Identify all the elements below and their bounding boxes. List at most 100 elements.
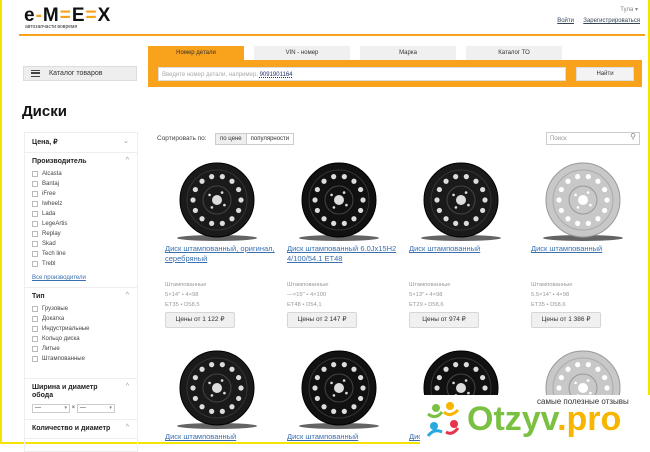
product-title-link[interactable]: Диск штампованный, оригинал, серебряный xyxy=(165,244,280,264)
checkbox-label: Bantaj xyxy=(42,181,60,187)
product-type: Штампованные xyxy=(287,282,329,288)
maker-checkbox[interactable]: Skad xyxy=(32,239,130,249)
product-card: Диск штампованный xyxy=(287,348,402,442)
checkbox-box[interactable] xyxy=(32,336,38,342)
price-button[interactable]: Цены от 2 147 ₽ xyxy=(287,312,357,328)
example-number-link[interactable]: 9091901164 xyxy=(260,72,293,78)
chevron-up-icon[interactable]: ^ xyxy=(126,424,129,431)
product-size: 5.5×14" • 4×98 xyxy=(531,292,570,298)
rim-width-select[interactable]: — xyxy=(32,404,70,413)
product-offset: ET48 • D54,1 xyxy=(287,302,322,308)
wheel-image[interactable] xyxy=(417,160,505,242)
maker-checkbox[interactable]: Replay xyxy=(32,229,130,239)
product-offset: ET35 • D58,5 xyxy=(165,302,200,308)
checkbox-label: Iwheelz xyxy=(42,201,63,207)
checkbox-box[interactable] xyxy=(32,306,38,312)
register-link[interactable]: Зарегистрироваться xyxy=(583,18,640,24)
checkbox-box[interactable] xyxy=(32,181,38,187)
type-checkbox[interactable]: Индустриальные xyxy=(32,324,130,334)
checkbox-box[interactable] xyxy=(32,171,38,177)
checkbox-box[interactable] xyxy=(32,326,38,332)
filter-maker: Производитель ^ Alcasta Bantaj iFree Iwheelz… xyxy=(25,153,137,288)
wheel-image[interactable] xyxy=(295,348,383,430)
maker-checkbox[interactable]: LegeArtis xyxy=(32,219,130,229)
checkbox-box[interactable] xyxy=(32,251,38,257)
wheel-image[interactable] xyxy=(173,348,261,430)
maker-checkbox[interactable]: Tech line xyxy=(32,249,130,259)
product-card: Диск штампованный, оригинал, серебряный Ш… xyxy=(165,160,280,328)
filter-price[interactable]: Цена, ₽ ⌄ xyxy=(25,133,137,153)
checkbox-box[interactable] xyxy=(32,241,38,247)
checkbox-box[interactable] xyxy=(32,201,38,207)
product-card: Диск штампованный Штампованные 5×13" • 4×9… xyxy=(409,160,524,328)
maker-checkbox[interactable]: Alcasta xyxy=(32,169,130,179)
part-number-input[interactable]: Введите номер детали, например, 90919011… xyxy=(158,67,566,81)
filter-rim: Ширина и диаметр обода ^ — × — xyxy=(25,379,137,420)
type-checkbox[interactable]: Кольцо диска xyxy=(32,334,130,344)
product-title-link[interactable]: Диск штампованный xyxy=(287,432,402,442)
product-title-link[interactable]: Диск штампованный xyxy=(409,244,524,254)
checkbox-label: Lada xyxy=(42,211,56,217)
price-button[interactable]: Цены от 1 122 ₽ xyxy=(165,312,235,328)
product-specs: Штампованные —×15" • 4×100 ET48 • D54,1 xyxy=(287,280,329,310)
type-checkbox[interactable]: Литые xyxy=(32,344,130,354)
checkbox-box[interactable] xyxy=(32,261,38,267)
page-title: Диски xyxy=(22,103,67,120)
checkbox-box[interactable] xyxy=(32,346,38,352)
chevron-down-icon[interactable]: ⌄ xyxy=(123,137,129,145)
price-button[interactable]: Цены от 1 386 ₽ xyxy=(531,312,601,328)
tab-part-number[interactable]: Номер детали xyxy=(148,46,244,61)
product-card: Диск штампованный xyxy=(165,348,280,442)
product-title-link[interactable]: Диск штампованный xyxy=(531,244,646,254)
wheel-image[interactable] xyxy=(173,160,261,242)
checkbox-box[interactable] xyxy=(32,356,38,362)
checkbox-box[interactable] xyxy=(32,221,38,227)
login-link[interactable]: Войти xyxy=(557,18,574,24)
maker-checkbox[interactable]: Trebl xyxy=(32,259,130,269)
product-type: Штампованные xyxy=(531,282,573,288)
search-icon[interactable]: ⚲ xyxy=(630,133,636,141)
sort-by-price[interactable]: по цене xyxy=(216,134,247,144)
tab-brand[interactable]: Марка xyxy=(360,46,456,61)
maker-checkbox[interactable]: Iwheelz xyxy=(32,199,130,209)
checkbox-box[interactable] xyxy=(32,191,38,197)
checkbox-label: Tech line xyxy=(42,251,66,257)
chevron-up-icon[interactable]: ^ xyxy=(126,292,129,299)
checkbox-box[interactable] xyxy=(32,231,38,237)
tab-vin[interactable]: VIN - номер xyxy=(254,46,350,61)
checkbox-label: Skad xyxy=(42,241,56,247)
wheel-image[interactable] xyxy=(295,160,383,242)
product-size: 5×14" • 4×98 xyxy=(165,292,199,298)
chevron-up-icon[interactable]: ^ xyxy=(126,157,129,164)
product-title-link[interactable]: Диск штампованный 6.0Jx15H2 4/100/54.1 E… xyxy=(287,244,402,264)
filter-price-title: Цена, ₽ xyxy=(32,139,58,146)
checkbox-box[interactable] xyxy=(32,316,38,322)
sort-by-popularity[interactable]: популярности xyxy=(247,134,294,144)
filter-maker-title: Производитель xyxy=(32,158,87,165)
checkbox-box[interactable] xyxy=(32,211,38,217)
type-checkbox[interactable]: Штампованные xyxy=(32,354,130,364)
city-selector[interactable]: Тула ▾ xyxy=(620,6,638,13)
type-checkbox[interactable]: Грузовые xyxy=(32,304,130,314)
tab-maintenance-catalog[interactable]: Каталог ТО xyxy=(466,46,562,61)
wheel-image[interactable] xyxy=(539,160,627,242)
checkbox-label: Грузовые xyxy=(42,306,69,312)
product-offset: ET35 • D58,6 xyxy=(531,302,566,308)
find-button[interactable]: Найти xyxy=(576,67,634,81)
rim-diameter-select[interactable]: — xyxy=(76,404,115,413)
all-makers-link[interactable]: Все производители xyxy=(32,275,130,281)
product-search-input[interactable]: Поиск ⚲ xyxy=(546,132,640,145)
product-title-link[interactable]: Диск штампованный xyxy=(165,432,280,442)
price-button[interactable]: Цены от 974 ₽ xyxy=(409,312,479,328)
catalog-button[interactable]: Каталог товаров xyxy=(23,66,137,81)
filters-sidebar: Цена, ₽ ⌄ Производитель ^ Alcasta Bantaj iFr… xyxy=(24,132,138,452)
maker-checkbox[interactable]: iFree xyxy=(32,189,130,199)
maker-checkbox[interactable]: Bantaj xyxy=(32,179,130,189)
sort-toggle: по цене популярности xyxy=(215,133,295,145)
chevron-up-icon[interactable]: ^ xyxy=(126,383,129,390)
checkbox-label: Литые xyxy=(42,346,60,352)
filter-bolts[interactable]: Количество и диаметр ^ xyxy=(25,420,137,439)
type-checkbox[interactable]: Докатка xyxy=(32,314,130,324)
maker-checkbox[interactable]: Lada xyxy=(32,209,130,219)
menu-icon xyxy=(31,70,40,77)
